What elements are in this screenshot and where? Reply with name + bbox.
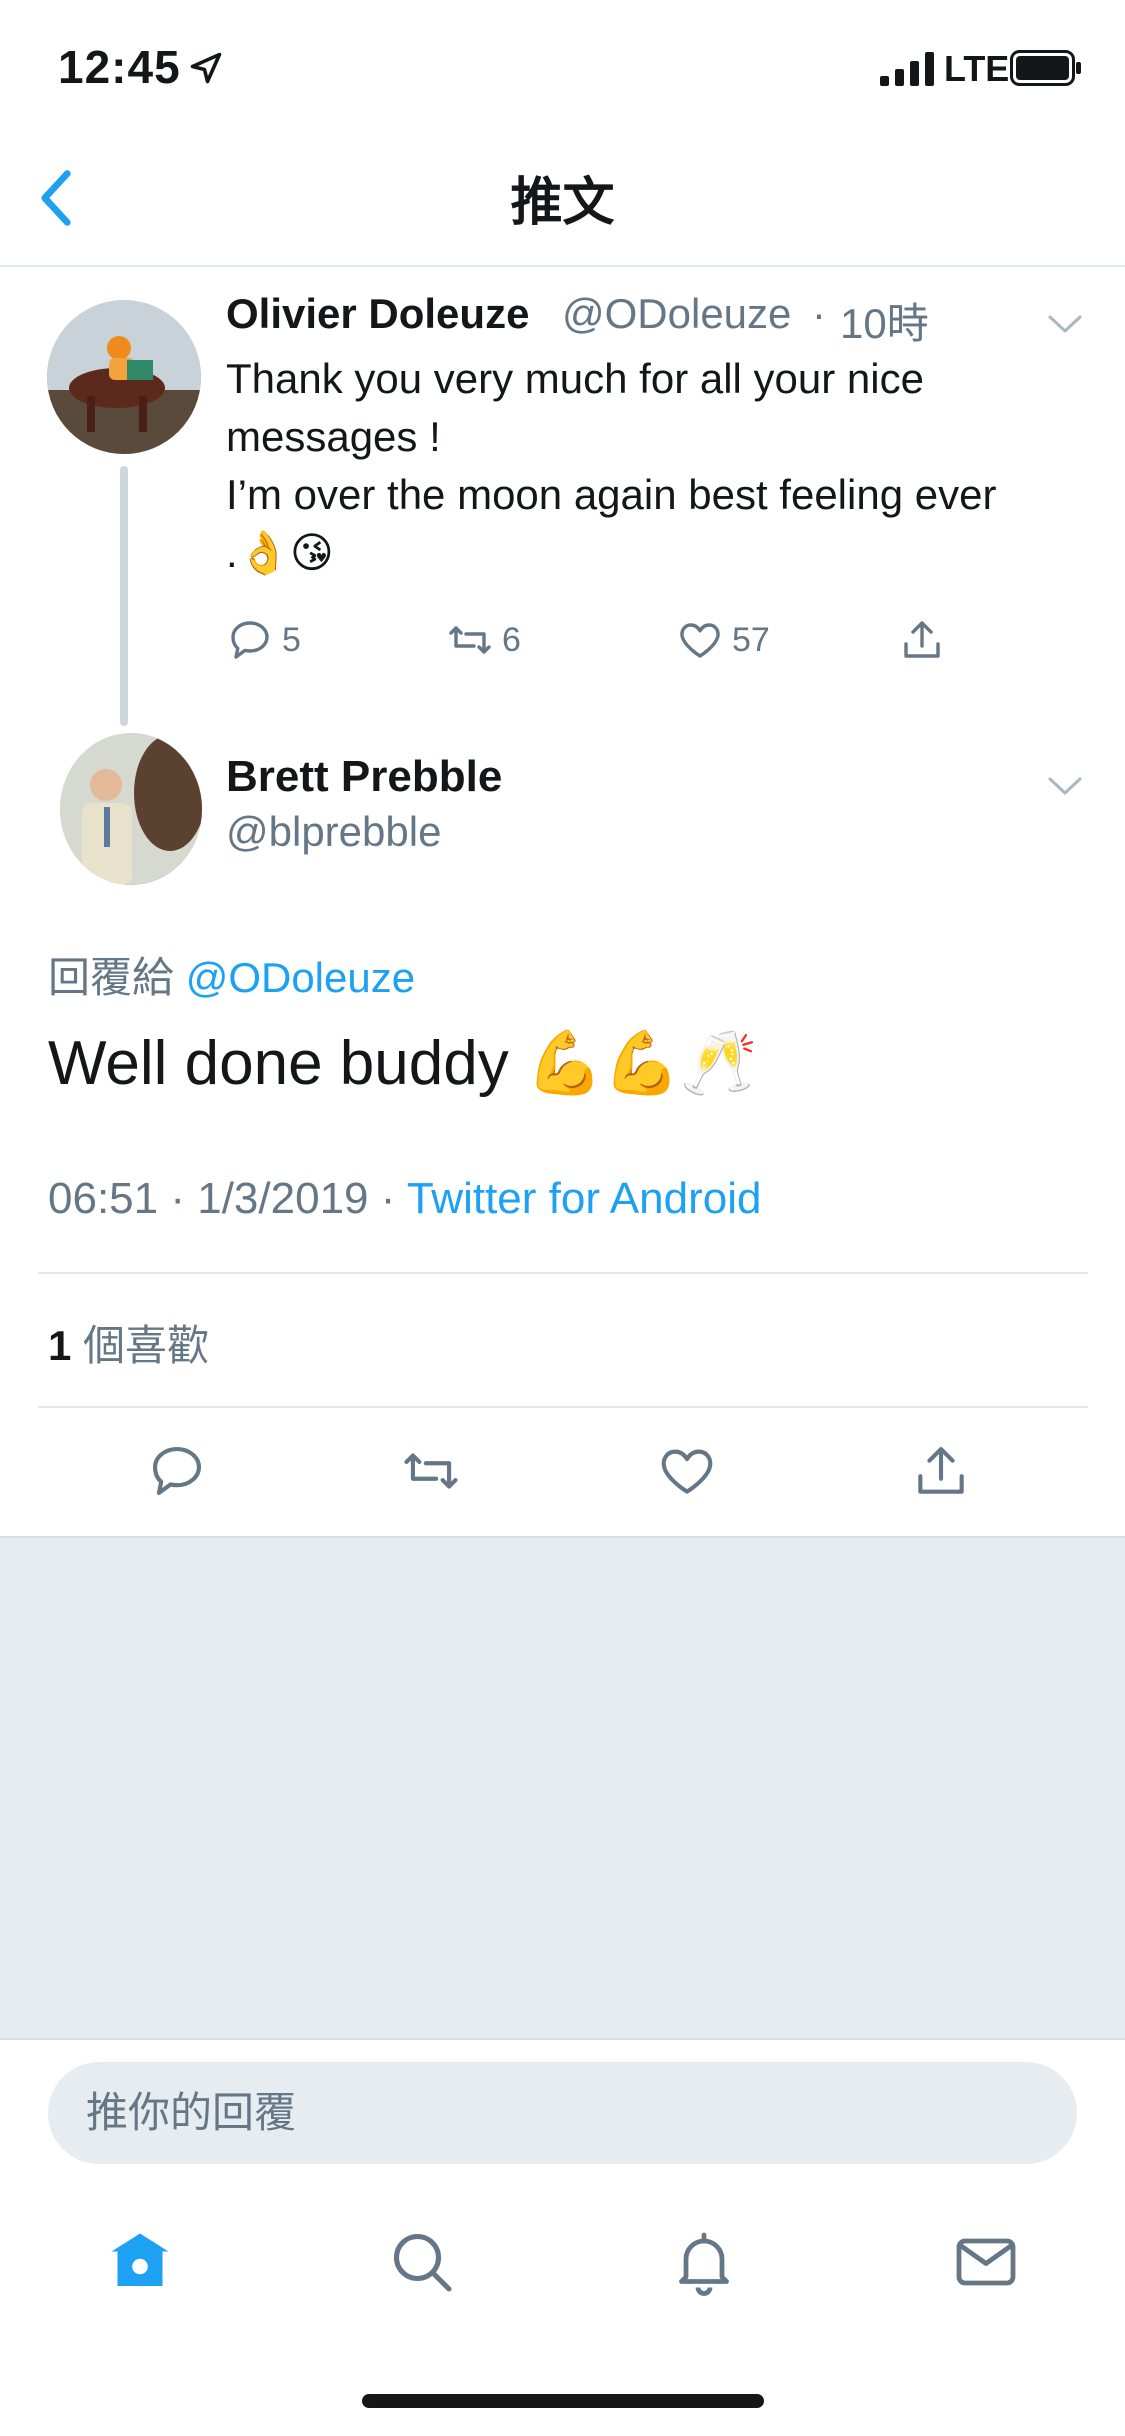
comment-icon (152, 1446, 202, 1496)
thread-connector (120, 466, 128, 726)
tab-messages[interactable] (950, 2226, 1022, 2298)
tweet-source-link[interactable]: Twitter for Android (407, 1174, 762, 1223)
tweet-text-line: messages ! (226, 413, 441, 460)
retweet-count: 6 (502, 620, 521, 659)
reply-count: 5 (282, 620, 301, 659)
tab-search[interactable] (386, 2226, 458, 2298)
tweet-text-line: Thank you very much for all your nice (226, 355, 924, 402)
reply-prefix: 回覆給 (48, 954, 175, 1001)
tweet-text-line: .👌😘 (226, 529, 334, 576)
separator-dot: · (812, 290, 826, 337)
like-button[interactable]: 57 (676, 612, 770, 668)
tweet-text: Well done buddy 💪💪🥂 (48, 1029, 758, 1098)
separator-dot: · (170, 1174, 185, 1223)
profile-photo (60, 733, 202, 885)
page-title: 推文 (510, 174, 615, 232)
share-icon (918, 1446, 964, 1494)
reply-button[interactable]: 5 (226, 612, 301, 668)
tweet-date: 1/3/2019 (197, 1174, 369, 1223)
mail-icon (956, 2238, 1016, 2286)
retweet-icon (449, 626, 491, 654)
avatar[interactable] (60, 733, 202, 885)
likes-count: 1 (48, 1322, 72, 1369)
divider (38, 1272, 1088, 1274)
location-arrow-icon (190, 52, 222, 84)
share-button[interactable] (898, 612, 946, 668)
share-button[interactable] (910, 1440, 972, 1502)
tweet-time: 06:51 (48, 1174, 159, 1223)
heart-icon (661, 1449, 713, 1494)
likes-label: 個喜歡 (83, 1322, 210, 1369)
retweet-button[interactable] (400, 1440, 462, 1502)
home-icon (111, 2233, 169, 2286)
like-button[interactable] (656, 1440, 718, 1502)
chevron-down-icon[interactable] (1044, 310, 1086, 338)
likes-summary[interactable]: 1 個喜歡 (48, 1312, 209, 1373)
separator-dot: · (380, 1174, 396, 1223)
cellular-signal-icon (880, 52, 934, 86)
tweet-text-line: I’m over the moon again best feeling eve… (226, 471, 997, 518)
reply-context: 回覆給 @ODoleuze (48, 944, 415, 1005)
share-icon (904, 621, 940, 658)
avatar[interactable] (47, 300, 201, 454)
reply-to-handle-link[interactable]: @ODoleuze (186, 954, 415, 1001)
retweet-icon (404, 1453, 458, 1489)
tweet-timestamp: 10時 (840, 300, 929, 347)
tab-notifications[interactable] (668, 2226, 740, 2298)
chevron-down-icon[interactable] (1044, 772, 1086, 800)
tweet-meta: 06:51 · 1/3/2019 · Twitter for Android (48, 1174, 761, 1224)
search-icon (393, 2233, 452, 2292)
horse-racing-photo (47, 300, 201, 454)
author-handle[interactable]: @ODoleuze (562, 290, 791, 338)
author-name[interactable]: Olivier Doleuze (226, 290, 529, 338)
comment-icon (231, 621, 269, 659)
heart-icon (680, 623, 720, 658)
reply-button[interactable] (146, 1440, 208, 1502)
bell-icon (679, 2232, 729, 2296)
tab-home[interactable] (104, 2226, 176, 2298)
retweet-button[interactable]: 6 (446, 612, 521, 668)
network-type: LTE (944, 48, 1010, 89)
author-name[interactable]: Brett Prebble (226, 752, 502, 802)
status-time: 12:45 (58, 41, 181, 93)
author-handle[interactable]: @blprebble (226, 808, 441, 856)
battery-icon (1010, 50, 1081, 86)
like-count: 57 (732, 620, 770, 659)
reply-input[interactable] (48, 2062, 1077, 2164)
divider (38, 1406, 1088, 1408)
empty-replies-area (0, 1536, 1125, 2040)
home-indicator[interactable] (362, 2394, 764, 2408)
reply-input-container[interactable] (48, 2062, 1077, 2164)
